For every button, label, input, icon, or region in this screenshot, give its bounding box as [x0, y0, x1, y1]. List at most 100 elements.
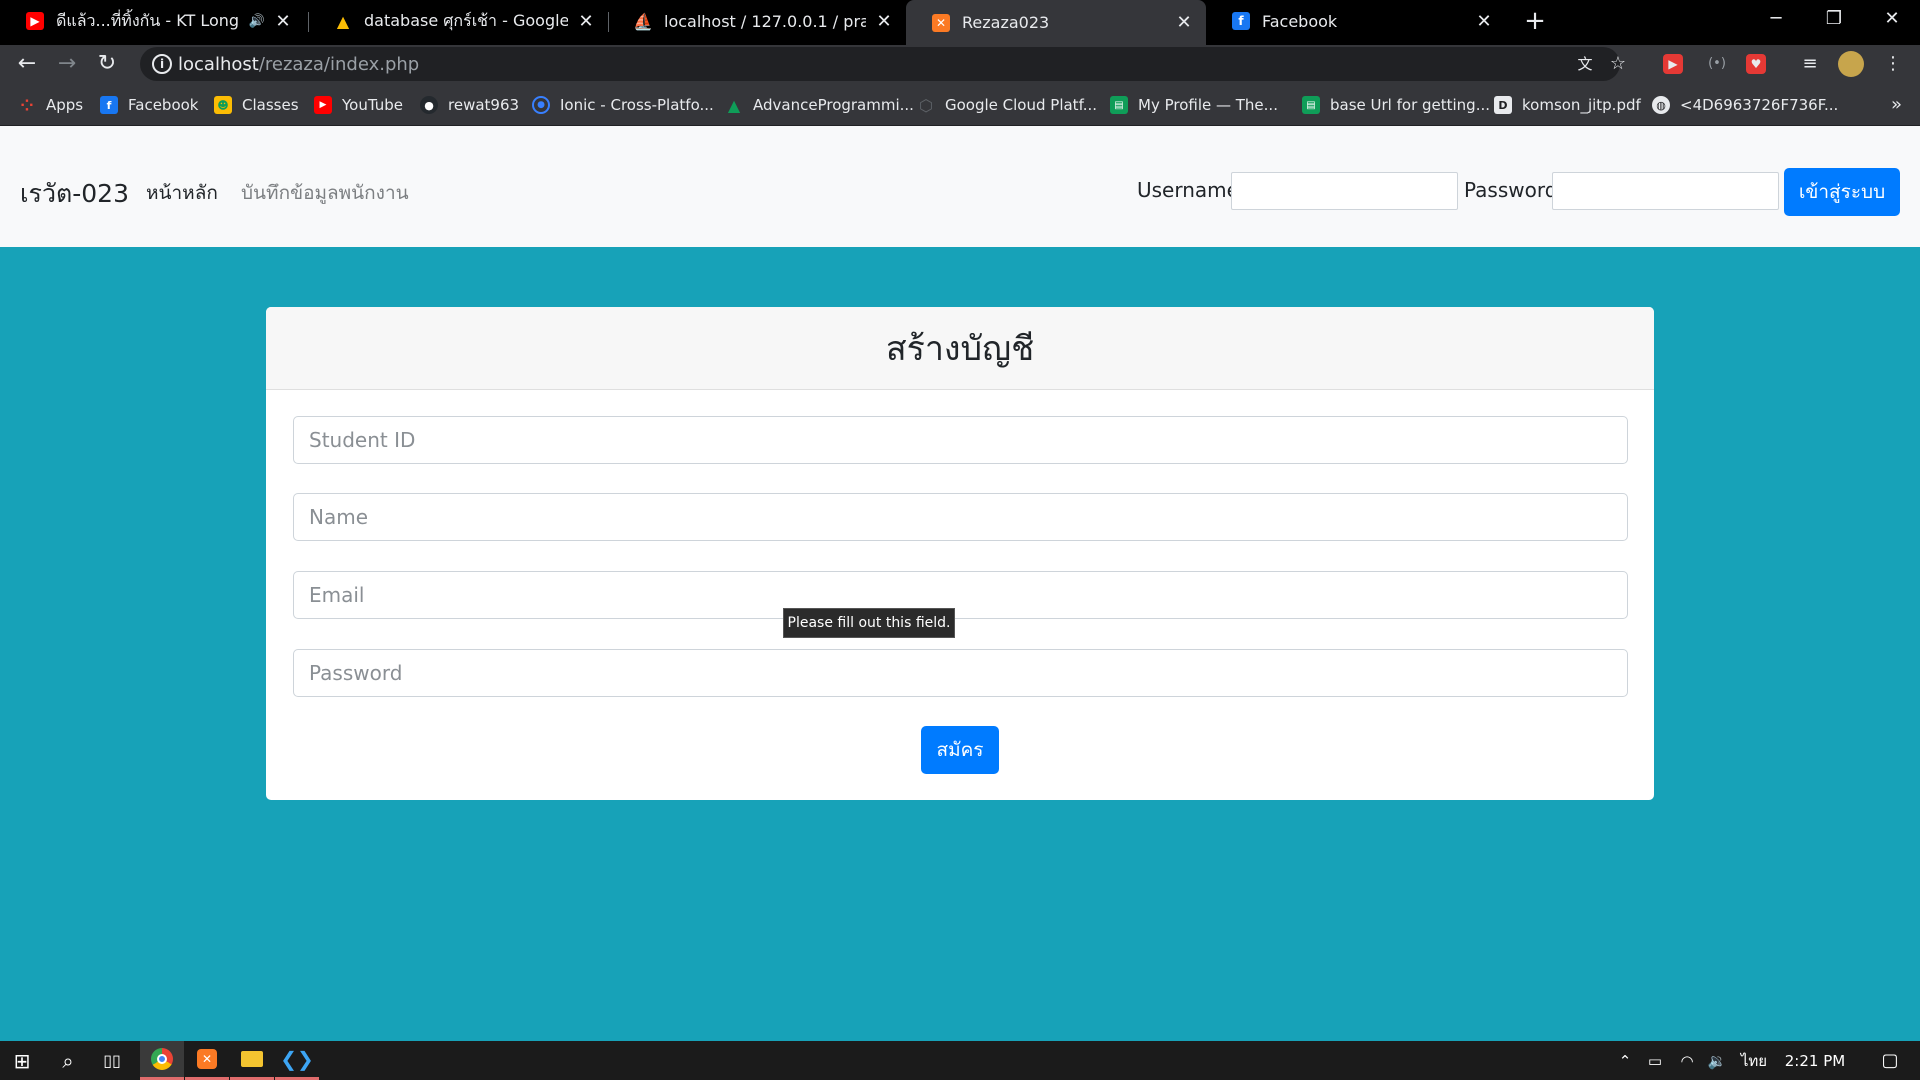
bookmark-item[interactable]: ⬡ Google Cloud Platf...	[917, 94, 1097, 116]
chevron-up-icon[interactable]: ⌃	[1612, 1041, 1638, 1080]
browser-tab-active[interactable]: ✕ Rezaza023 ✕	[906, 0, 1206, 45]
bookmark-label: Google Cloud Platf...	[945, 96, 1098, 114]
extension-icon[interactable]: ▶	[1663, 54, 1683, 74]
pocket-icon[interactable]: ♥	[1746, 54, 1766, 74]
close-icon[interactable]: ✕	[273, 11, 293, 32]
bookmark-item[interactable]: D komson_jitp.pdf	[1494, 94, 1641, 116]
bookmark-item[interactable]: ▤ base Url for getting...	[1302, 94, 1490, 116]
globe-icon: ◍	[1652, 96, 1670, 114]
vscode-icon[interactable]: ❮❯	[275, 1041, 319, 1080]
close-icon[interactable]: ✕	[1174, 12, 1194, 33]
volume-icon[interactable]: 🔉	[1702, 1041, 1732, 1080]
cast-icon[interactable]: (•)	[1704, 51, 1730, 77]
battery-icon[interactable]: ▭	[1640, 1041, 1670, 1080]
google-drive-icon: ▲	[336, 11, 350, 31]
validation-tooltip: Please fill out this field.	[783, 608, 955, 638]
signup-submit-button[interactable]: สมัคร	[921, 726, 999, 774]
url-path: /rezaza/index.php	[258, 54, 420, 75]
address-bar[interactable]: i localhost/rezaza/index.php 文 ☆	[140, 47, 1626, 81]
browser-tab-strip: ▶ ดีแล้ว...ที่ทิ้งกัน - KT Long Flowin 🔊…	[0, 0, 1920, 45]
apps-grid-icon: ⁘	[20, 95, 34, 115]
chrome-icon[interactable]	[140, 1041, 184, 1080]
wifi-icon[interactable]: ◠	[1672, 1041, 1702, 1080]
google-drive-icon: ▲	[727, 95, 741, 115]
navbar-brand[interactable]: เรวัต-023	[20, 174, 129, 214]
xampp-icon[interactable]: ✕	[185, 1041, 229, 1080]
login-button[interactable]: เข้าสู่ระบบ	[1784, 168, 1900, 216]
bookmarks-bar: ⁘ Apps f Facebook ☻ Classes ▶ YouTube ● …	[0, 84, 1920, 126]
windows-start-icon[interactable]: ⊞	[0, 1041, 44, 1080]
bookmark-item[interactable]: ▶ YouTube	[314, 94, 403, 116]
email-input[interactable]: Email	[293, 571, 1628, 619]
sheet-icon: ▤	[1302, 96, 1320, 114]
xampp-logo: ✕	[197, 1049, 217, 1069]
bookmark-item[interactable]: ⁘ Apps	[18, 94, 83, 116]
windows-taskbar: ⊞ ⌕ ▯▯ ✕ ❮❯ ⌃ ▭ ◠ 🔉 ไทย 2:21 PM ▢	[0, 1041, 1920, 1080]
url-host: localhost	[178, 54, 259, 75]
media-queue-icon[interactable]: ≡	[1797, 51, 1823, 77]
folder-shape	[241, 1051, 263, 1067]
bookmark-star-icon[interactable]: ☆	[1605, 51, 1631, 77]
bookmark-item[interactable]: ▤ My Profile — The...	[1110, 94, 1278, 116]
browser-tab[interactable]: ⛵ localhost / 127.0.0.1 / practice / e ✕	[608, 0, 906, 42]
bookmark-label: komson_jitp.pdf	[1522, 96, 1641, 114]
bookmark-label: base Url for getting...	[1330, 96, 1491, 114]
bookmark-label: My Profile — The...	[1138, 96, 1278, 114]
task-view-icon[interactable]: ▯▯	[90, 1041, 134, 1080]
browser-toolbar: ← → ↻ i localhost/rezaza/index.php 文 ☆ ▶…	[0, 45, 1920, 84]
password-field[interactable]: Password	[293, 649, 1628, 697]
bookmark-item[interactable]: ▲ AdvanceProgrammi...	[725, 94, 914, 116]
site-navbar: เรวัต-023 หน้าหลัก บันทึกข้อมูลพนักงาน U…	[0, 126, 1920, 247]
browser-tab[interactable]: ▲ database ศุกร์เช้า - Google Drive ✕	[308, 0, 608, 42]
menu-kebab-icon[interactable]: ⋮	[1880, 51, 1906, 77]
bookmark-item[interactable]: ● rewat963	[420, 94, 519, 116]
name-input[interactable]: Name	[293, 493, 1628, 541]
back-arrow-icon[interactable]: ←	[12, 49, 42, 79]
notification-icon[interactable]: ▢	[1868, 1041, 1912, 1080]
bookmark-item[interactable]: ● Ionic - Cross-Platfo...	[532, 94, 714, 116]
clock[interactable]: 2:21 PM	[1776, 1041, 1854, 1080]
restore-icon[interactable]: ❐	[1806, 0, 1862, 40]
window-close-icon[interactable]: ✕	[1864, 0, 1920, 40]
bookmark-label: Classes	[242, 96, 299, 114]
profile-avatar[interactable]	[1838, 51, 1864, 77]
reload-icon[interactable]: ↻	[92, 49, 122, 79]
chevron-more-icon[interactable]: »	[1891, 94, 1902, 115]
new-tab-button[interactable]: +	[1520, 6, 1550, 36]
nav-link-home[interactable]: หน้าหลัก	[146, 178, 218, 208]
bookmark-item[interactable]: ◍ <4D6963726F736F...	[1652, 94, 1838, 116]
browser-tab[interactable]: ▶ ดีแล้ว...ที่ทิ้งกัน - KT Long Flowin 🔊…	[0, 0, 305, 42]
info-icon[interactable]: i	[152, 54, 172, 74]
browser-tab[interactable]: f Facebook ✕	[1206, 0, 1506, 42]
close-icon[interactable]: ✕	[576, 11, 596, 32]
nav-link-employee-record[interactable]: บันทึกข้อมูลพนักงาน	[241, 178, 409, 208]
forward-arrow-icon[interactable]: →	[52, 49, 82, 79]
minimize-icon[interactable]: ─	[1748, 0, 1804, 40]
tab-title: localhost / 127.0.0.1 / practice / e	[664, 11, 866, 31]
close-icon[interactable]: ✕	[1474, 11, 1494, 32]
username-input[interactable]	[1231, 172, 1458, 210]
username-label: Username	[1137, 178, 1239, 202]
youtube-icon: ▶	[26, 12, 44, 30]
xampp-icon: ✕	[932, 13, 950, 32]
classroom-icon: ☻	[214, 96, 232, 114]
file-explorer-icon[interactable]	[230, 1041, 274, 1080]
tab-title: database ศุกร์เช้า - Google Drive	[364, 10, 568, 30]
student-id-input[interactable]: Student ID	[293, 416, 1628, 464]
bookmark-item[interactable]: ☻ Classes	[214, 94, 299, 116]
password-input[interactable]	[1552, 172, 1779, 210]
close-icon[interactable]: ✕	[874, 11, 894, 32]
bookmark-label: rewat963	[448, 96, 520, 114]
signup-card: สร้างบัญชี Student ID Name Email Passwor…	[266, 307, 1654, 800]
bookmark-label: AdvanceProgrammi...	[753, 96, 914, 114]
bookmark-label: Ionic - Cross-Platfo...	[560, 96, 714, 114]
translate-icon[interactable]: 文	[1572, 51, 1598, 77]
sheet-icon: ▤	[1110, 96, 1128, 114]
youtube-icon: ▶	[314, 96, 332, 114]
language-indicator[interactable]: ไทย	[1734, 1041, 1774, 1080]
search-icon[interactable]: ⌕	[46, 1041, 90, 1080]
url-text[interactable]: localhost/rezaza/index.php	[178, 54, 419, 75]
tab-title: Rezaza023	[962, 13, 1050, 32]
speaker-icon[interactable]: 🔊	[249, 14, 265, 29]
bookmark-item[interactable]: f Facebook	[100, 94, 198, 116]
